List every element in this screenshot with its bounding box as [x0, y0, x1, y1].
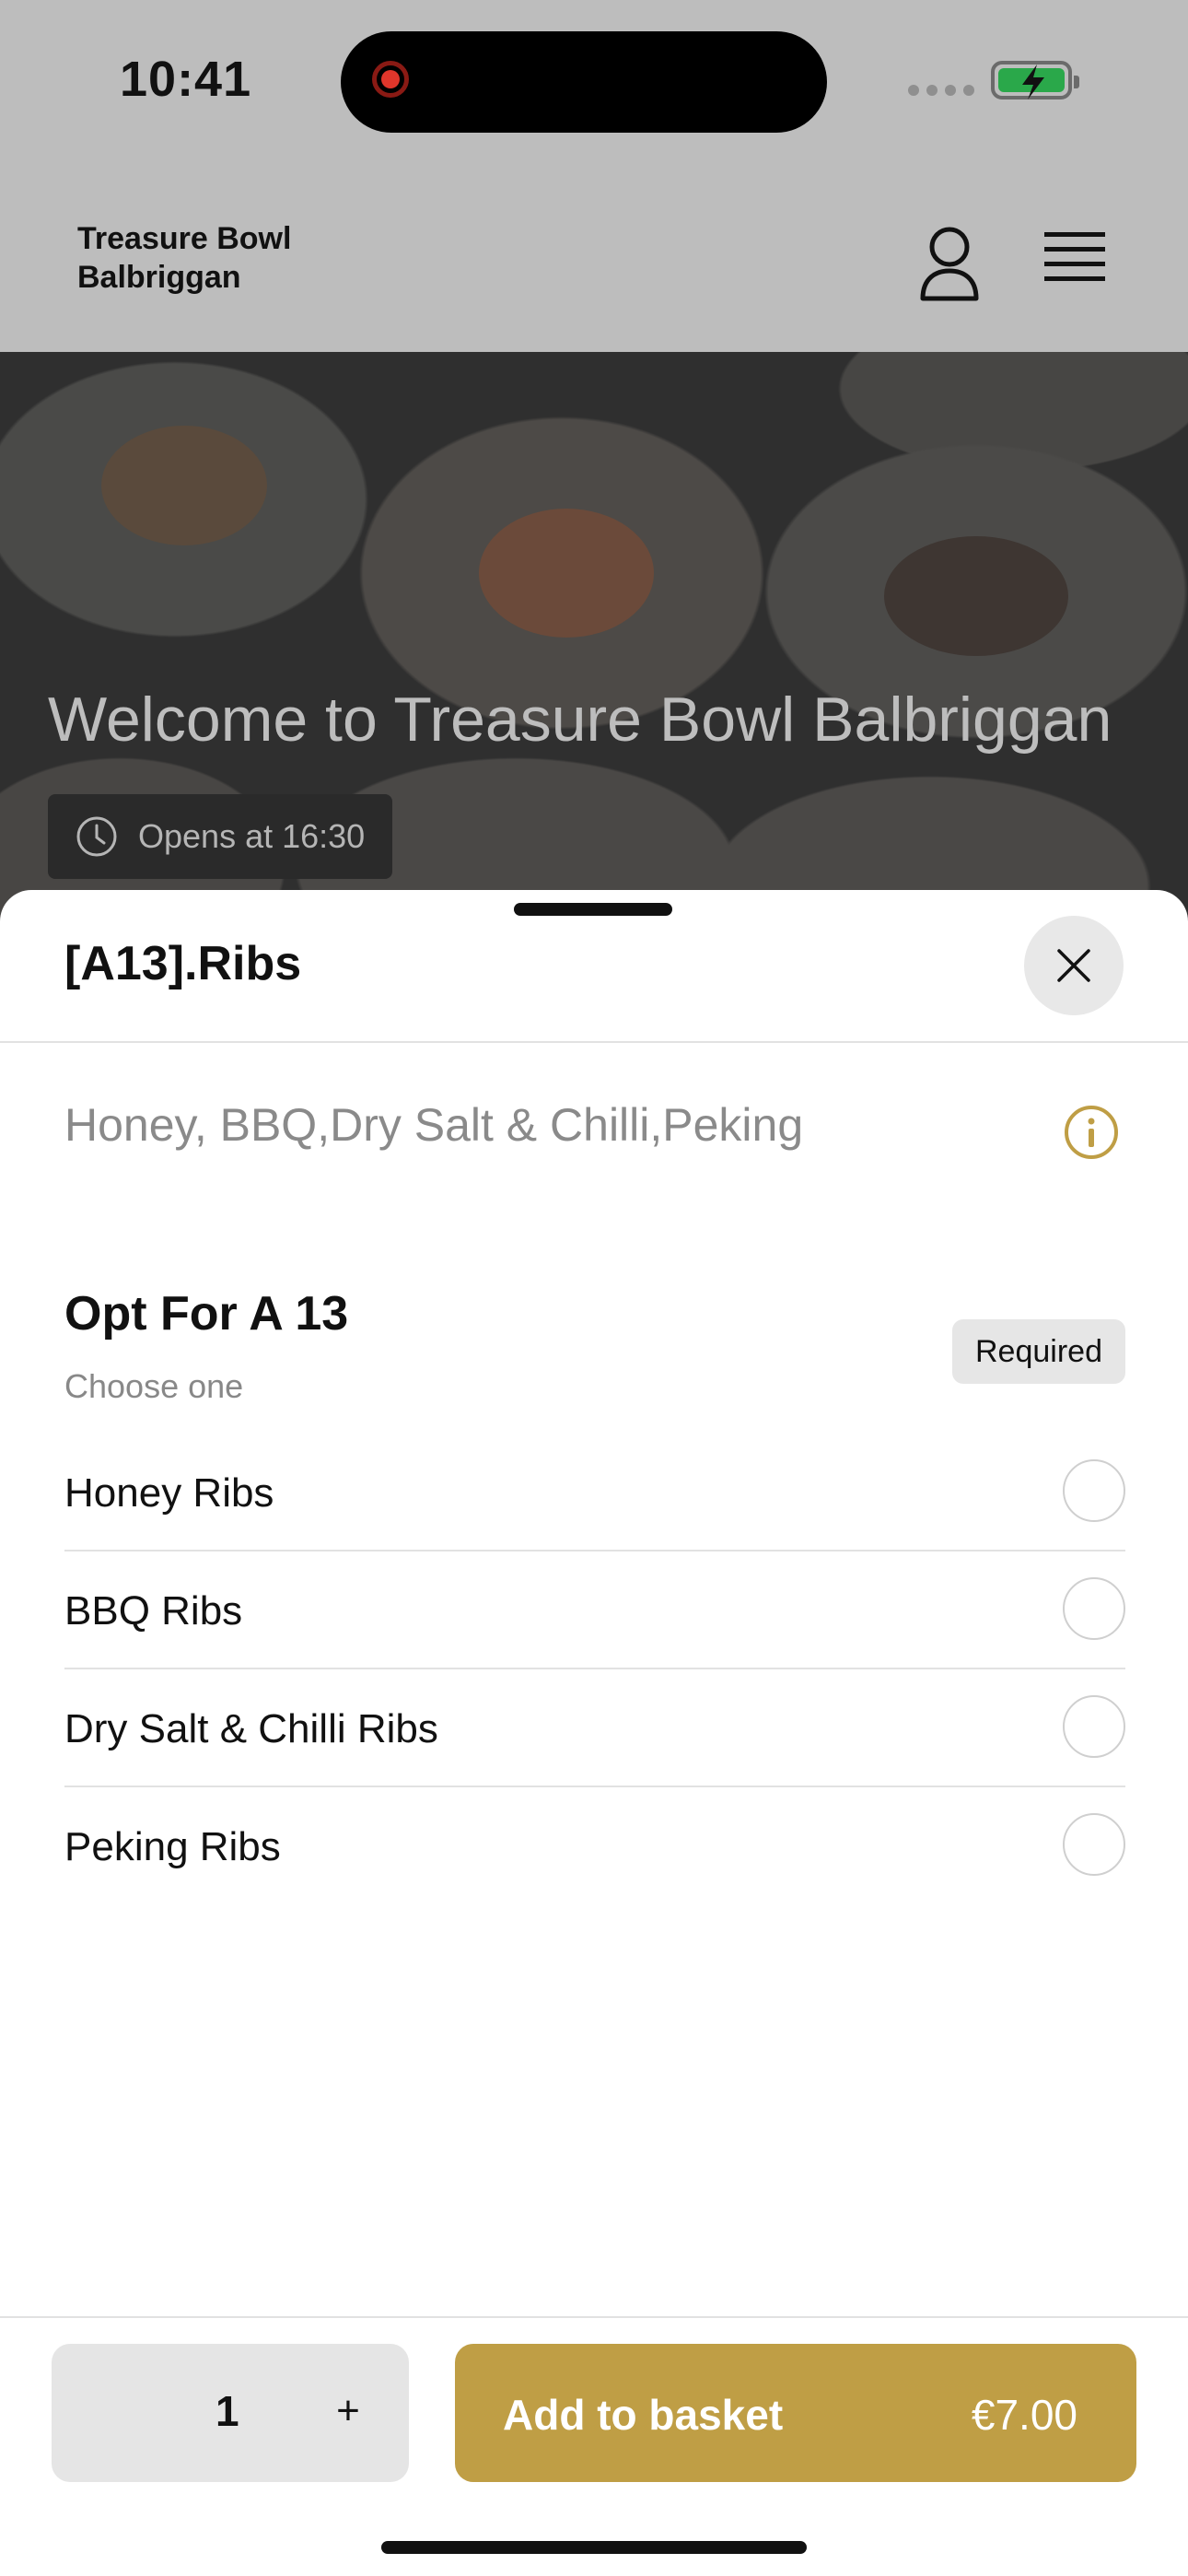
add-to-basket-label: Add to basket: [503, 2391, 784, 2439]
item-description: Honey, BBQ,Dry Salt & Chilli,Peking: [64, 1099, 804, 1151]
option-group-subtitle: Choose one: [64, 1367, 244, 1405]
option-row[interactable]: Dry Salt & Chilli Ribs: [64, 1669, 1125, 1787]
status-bar: 10:41: [0, 0, 1188, 175]
required-badge: Required: [952, 1319, 1125, 1384]
option-row[interactable]: BBQ Ribs: [64, 1551, 1125, 1669]
clock-icon: [76, 816, 117, 857]
item-price: €7.00: [971, 2391, 1077, 2439]
hero-banner: Welcome to Treasure Bowl Balbriggan Open…: [0, 352, 1188, 923]
status-time: 10:41: [120, 52, 252, 107]
divider: [0, 2316, 1188, 2318]
signal-icon: [908, 85, 974, 96]
divider: [0, 1041, 1188, 1043]
quantity-value: 1: [215, 2387, 239, 2435]
info-icon[interactable]: [1063, 1104, 1120, 1161]
option-row[interactable]: Honey Ribs: [64, 1434, 1125, 1551]
brand-line-2: Balbriggan: [77, 260, 241, 295]
option-group-title: Opt For A 13: [64, 1287, 349, 1341]
quantity-stepper: 1 +: [52, 2344, 409, 2482]
add-to-basket-button[interactable]: Add to basket €7.00: [455, 2344, 1136, 2482]
opening-hours-badge: Opens at 16:30: [48, 794, 393, 879]
record-icon: [372, 61, 409, 98]
dynamic-island: [341, 31, 827, 133]
sheet-grabber[interactable]: [514, 903, 672, 916]
brand-line-1: Treasure Bowl: [77, 221, 292, 256]
item-title: [A13].Ribs: [64, 937, 302, 990]
food-image: [479, 509, 654, 638]
brand-name[interactable]: Treasure Bowl Balbriggan: [77, 219, 409, 297]
radio-button[interactable]: [1063, 1577, 1125, 1640]
radio-button[interactable]: [1063, 1695, 1125, 1758]
option-row[interactable]: Peking Ribs: [64, 1787, 1125, 1903]
close-button[interactable]: [1024, 916, 1124, 1015]
option-list: Honey Ribs BBQ Ribs Dry Salt & Chilli Ri…: [64, 1434, 1125, 1903]
option-label: Honey Ribs: [64, 1470, 274, 1516]
radio-button[interactable]: [1063, 1813, 1125, 1876]
radio-button[interactable]: [1063, 1459, 1125, 1522]
option-label: Dry Salt & Chilli Ribs: [64, 1706, 438, 1751]
increase-quantity-button[interactable]: +: [320, 2379, 376, 2443]
site-header: Treasure Bowl Balbriggan: [0, 175, 1188, 352]
user-icon[interactable]: [917, 225, 982, 302]
hero-title: Welcome to Treasure Bowl Balbriggan: [48, 685, 1112, 755]
opening-hours-text: Opens at 16:30: [138, 817, 366, 855]
menu-icon[interactable]: [1042, 227, 1107, 291]
food-image: [101, 426, 267, 545]
option-label: BBQ Ribs: [64, 1588, 243, 1633]
battery-icon: [991, 61, 1079, 100]
item-options-sheet: [A13].Ribs Honey, BBQ,Dry Salt & Chilli,…: [0, 890, 1188, 2576]
home-indicator[interactable]: [381, 2541, 807, 2554]
option-label: Peking Ribs: [64, 1824, 281, 1869]
food-image: [884, 536, 1068, 656]
close-icon: [1057, 949, 1090, 982]
